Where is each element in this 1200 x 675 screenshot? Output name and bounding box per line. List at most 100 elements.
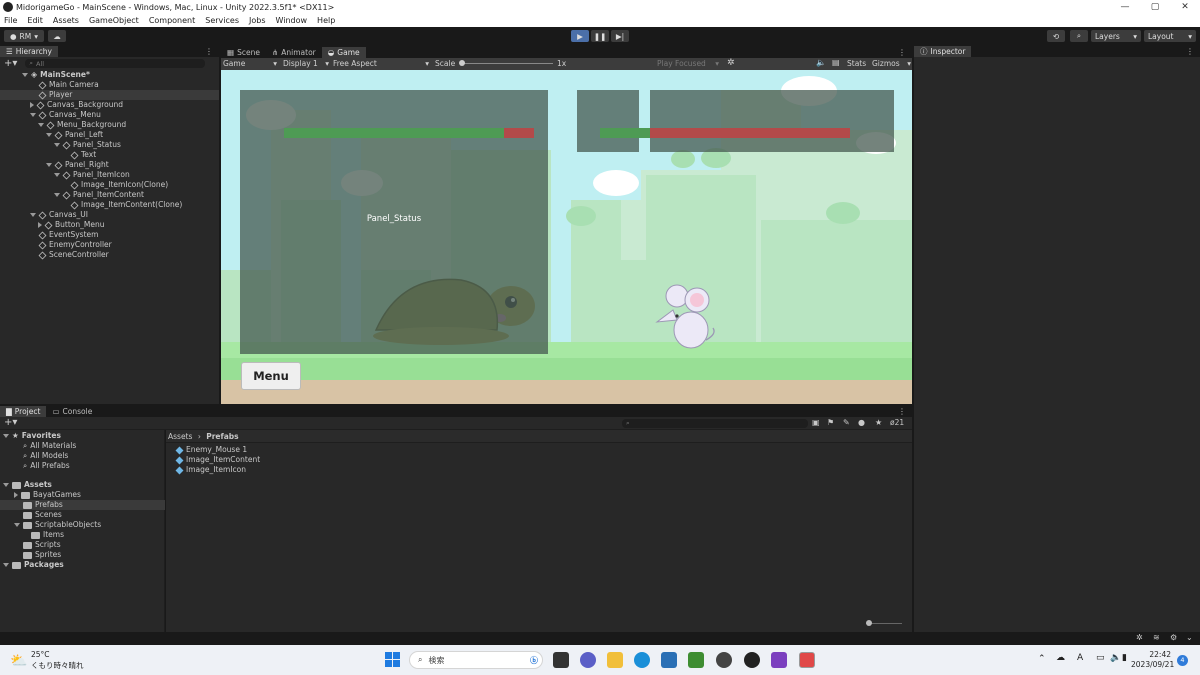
project-tree-item[interactable]: Assets <box>0 480 165 490</box>
taskbar-search-input[interactable]: ⌕ 検索 ⓑ <box>409 651 543 669</box>
expand-arrow-icon[interactable] <box>54 143 60 147</box>
hierarchy-item[interactable]: EventSystem <box>0 230 219 240</box>
menu-jobs[interactable]: Jobs <box>244 16 271 25</box>
tab-hierarchy[interactable]: ☰ Hierarchy <box>0 46 58 57</box>
weather-temperature[interactable]: 25°C <box>31 650 50 659</box>
breadcrumb-assets[interactable]: Assets <box>168 432 192 441</box>
tab-scene[interactable]: ▦ Scene <box>221 47 266 58</box>
hierarchy-item[interactable]: Canvas_Menu <box>0 110 219 120</box>
tab-inspector[interactable]: ⓘ Inspector <box>914 46 972 57</box>
project-tree-item[interactable]: Scripts <box>0 540 165 550</box>
expand-arrow-icon[interactable] <box>54 173 60 177</box>
edge-icon[interactable] <box>634 652 650 668</box>
expand-arrow-icon[interactable] <box>14 523 20 527</box>
icon-size-handle[interactable] <box>866 620 872 626</box>
tab-animator[interactable]: ⋔ Animator <box>266 47 322 58</box>
hierarchy-item[interactable]: Canvas_UI <box>0 210 219 220</box>
collapse-arrow-icon[interactable] <box>30 102 34 108</box>
file-explorer-icon[interactable] <box>607 652 623 668</box>
expand-arrow-icon[interactable] <box>3 434 9 438</box>
layout-dropdown[interactable]: Layout ▾ <box>1144 30 1196 42</box>
pause-button[interactable]: ❚❚ <box>591 30 609 42</box>
project-tree-item[interactable]: ⌕ All Models <box>0 451 165 461</box>
minimize-button[interactable]: — <box>1110 0 1140 14</box>
unity-icon[interactable] <box>744 652 760 668</box>
snipping-tool-icon[interactable] <box>799 652 815 668</box>
expand-arrow-icon[interactable] <box>3 563 9 567</box>
volume-icon[interactable]: 🔈 <box>1110 653 1121 663</box>
expand-arrow-icon[interactable] <box>54 193 60 197</box>
clock-date[interactable]: 2023/09/21 <box>1131 660 1174 669</box>
search-button[interactable]: ⌕ <box>1070 30 1088 42</box>
hierarchy-item[interactable]: Menu_Background <box>0 120 219 130</box>
chevron-down-icon[interactable]: ⌄ <box>1186 633 1193 642</box>
close-button[interactable]: ✕ <box>1170 0 1200 14</box>
maximize-button[interactable]: ▢ <box>1140 0 1170 14</box>
icon-size-slider[interactable] <box>866 620 902 626</box>
menu-component[interactable]: Component <box>144 16 200 25</box>
filter-type-icon[interactable]: ▣ <box>812 418 820 427</box>
menu-services[interactable]: Services <box>200 16 244 25</box>
visual-studio-icon[interactable] <box>771 652 787 668</box>
audio-icon[interactable]: 🔈 <box>816 58 826 67</box>
menu-help[interactable]: Help <box>312 16 340 25</box>
hierarchy-item[interactable]: Canvas_Background <box>0 100 219 110</box>
project-tree-item[interactable]: ScriptableObjects <box>0 520 165 530</box>
bug-icon[interactable]: ✲ <box>1136 633 1143 642</box>
hierarchy-item[interactable]: Player <box>0 90 219 100</box>
project-tree-item[interactable]: BayatGames <box>0 490 165 500</box>
hierarchy-item[interactable]: Panel_Right <box>0 160 219 170</box>
notification-badge[interactable]: 4 <box>1177 655 1188 666</box>
stats-button[interactable]: Stats <box>847 59 866 68</box>
list-item[interactable]: Image_ItemIcon <box>175 465 246 475</box>
filter-label-icon[interactable]: ⚑ <box>827 418 834 427</box>
hierarchy-item[interactable]: Image_ItemContent(Clone) <box>0 200 219 210</box>
minecraft-icon[interactable] <box>688 652 704 668</box>
menu-assets[interactable]: Assets <box>48 16 84 25</box>
network-icon[interactable]: ▭ <box>1096 653 1105 663</box>
expand-arrow-icon[interactable] <box>38 123 44 127</box>
hierarchy-item[interactable]: Text <box>0 150 219 160</box>
more-options-icon[interactable]: ⋮ <box>205 47 213 56</box>
step-button[interactable]: ▶| <box>611 30 629 42</box>
tab-console[interactable]: ▭ Console <box>46 406 98 417</box>
expand-arrow-icon[interactable] <box>3 483 9 487</box>
project-tree-item[interactable]: Prefabs <box>0 500 165 510</box>
menu-file[interactable]: File <box>0 16 22 25</box>
project-tree-item[interactable]: Items <box>0 530 165 540</box>
layers-status-icon[interactable]: ≋ <box>1153 633 1160 642</box>
hierarchy-item[interactable]: Main Camera <box>0 80 219 90</box>
project-tree-item[interactable]: Sprites <box>0 550 165 560</box>
menu-edit[interactable]: Edit <box>22 16 48 25</box>
aspect-dropdown[interactable]: Free Aspect ▾ <box>333 59 429 69</box>
collapse-arrow-icon[interactable] <box>38 222 42 228</box>
menu-button[interactable]: Menu <box>241 362 301 390</box>
collapse-arrow-icon[interactable] <box>14 492 18 498</box>
list-item[interactable]: Enemy_Mouse 1 <box>175 445 247 455</box>
project-tree-item[interactable]: ★ Favorites <box>0 431 165 441</box>
play-focused-dropdown[interactable]: Play Focused ▾ <box>657 59 719 69</box>
game-mode-dropdown[interactable]: Game ▾ <box>223 59 277 69</box>
project-search-input[interactable]: ⌕ <box>622 419 808 428</box>
scale-slider[interactable] <box>459 60 553 66</box>
list-item[interactable]: Image_ItemContent <box>175 455 260 465</box>
weather-condition[interactable]: くもり時々晴れ <box>31 660 84 671</box>
display-dropdown[interactable]: Display 1 ▾ <box>283 59 329 69</box>
undo-history-button[interactable]: ⟲ <box>1047 30 1065 42</box>
tag-icon[interactable]: ✎ <box>843 418 850 427</box>
clock-time[interactable]: 22:42 <box>1137 650 1171 659</box>
star-icon[interactable]: ★ <box>875 418 882 427</box>
hierarchy-item[interactable]: Panel_Status <box>0 140 219 150</box>
more-options-icon[interactable]: ⋮ <box>1186 47 1194 56</box>
battery-icon[interactable]: ▮ <box>1122 653 1127 663</box>
hierarchy-item[interactable]: Button_Menu <box>0 220 219 230</box>
hierarchy-item[interactable]: ◈ MainScene* <box>0 70 219 80</box>
bug-icon[interactable]: ✲ <box>727 58 735 68</box>
ime-indicator[interactable]: A <box>1077 653 1083 663</box>
breadcrumb-prefabs[interactable]: Prefabs <box>206 432 238 441</box>
hierarchy-item[interactable]: Panel_ItemIcon <box>0 170 219 180</box>
expand-arrow-icon[interactable] <box>30 113 36 117</box>
cloud-sync-icon[interactable]: ☁ <box>1056 653 1065 663</box>
more-options-icon[interactable]: ⋮ <box>898 407 906 416</box>
task-view-icon[interactable] <box>553 652 569 668</box>
